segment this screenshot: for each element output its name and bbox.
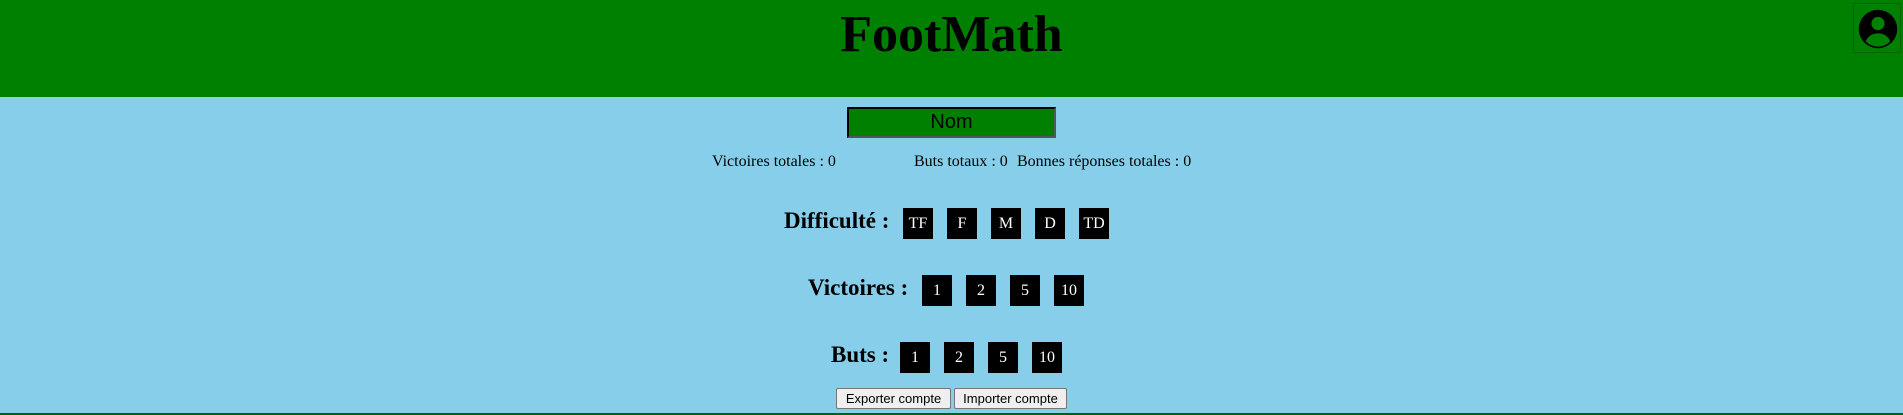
goals-option-1[interactable]: 1 [900, 342, 930, 373]
victories-label: Victoires : [808, 275, 909, 300]
goals-option-10[interactable]: 10 [1032, 342, 1062, 373]
victories-option-2[interactable]: 2 [966, 275, 996, 306]
difficulty-option-d[interactable]: D [1035, 208, 1065, 239]
page-title: FootMath [840, 6, 1063, 63]
export-account-button[interactable]: Exporter compte [836, 388, 951, 409]
difficulty-option-tf[interactable]: TF [903, 208, 933, 239]
total-goals-stat: Buts totaux : 0 [914, 153, 1008, 170]
difficulty-label: Difficulté : [784, 208, 890, 233]
import-account-button[interactable]: Importer compte [954, 388, 1067, 409]
victories-option-5[interactable]: 5 [1010, 275, 1040, 306]
account-button[interactable] [1853, 3, 1901, 53]
victories-option-10[interactable]: 10 [1054, 275, 1084, 306]
name-input[interactable] [847, 107, 1056, 138]
account-circle-icon [1858, 9, 1898, 49]
total-correct-answers-stat: Bonnes réponses totales : 0 [1017, 153, 1192, 170]
goals-option-5[interactable]: 5 [988, 342, 1018, 373]
total-victories-stat: Victoires totales : 0 [712, 153, 836, 170]
difficulty-option-td[interactable]: TD [1079, 208, 1109, 239]
difficulty-option-f[interactable]: F [947, 208, 977, 239]
victories-option-1[interactable]: 1 [922, 275, 952, 306]
goals-label: Buts : [831, 342, 890, 367]
difficulty-option-m[interactable]: M [991, 208, 1021, 239]
header-bar: FootMath [0, 0, 1903, 97]
goals-option-2[interactable]: 2 [944, 342, 974, 373]
